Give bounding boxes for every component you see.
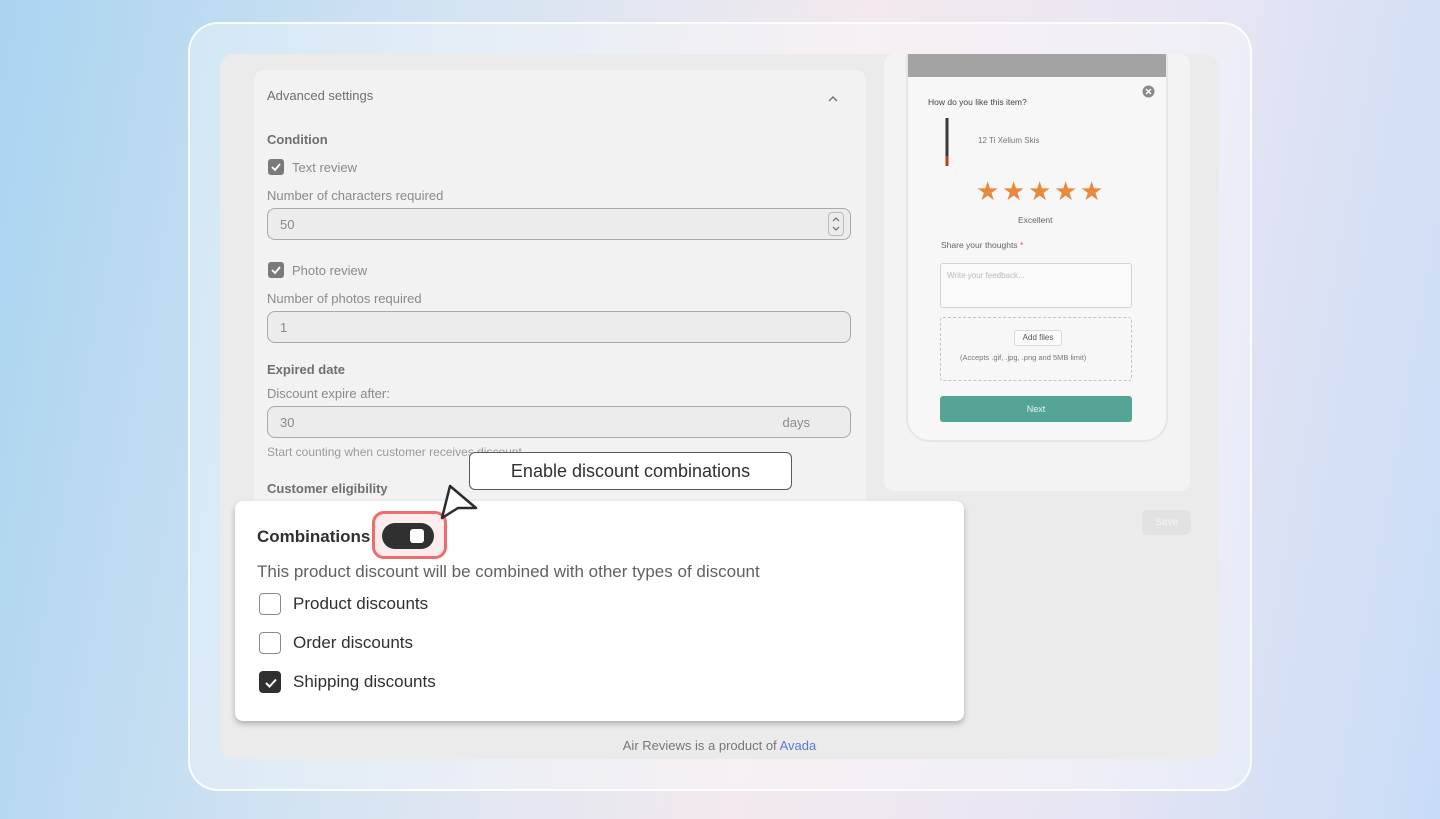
expire-days-suffix: days bbox=[782, 415, 810, 430]
tooltip: Enable discount combinations bbox=[469, 452, 792, 490]
star-icon[interactable]: ★ bbox=[1002, 178, 1025, 204]
stepper-arrows-icon bbox=[832, 217, 840, 231]
share-thoughts-label: Share your thoughts * bbox=[941, 240, 1024, 250]
checkmark-icon bbox=[271, 163, 281, 172]
file-upload-zone[interactable]: Add files (Accepts .gif, .jpg, .png and … bbox=[940, 317, 1132, 381]
text-review-label: Text review bbox=[292, 160, 358, 175]
star-icon[interactable]: ★ bbox=[1028, 178, 1051, 204]
photo-review-label: Photo review bbox=[292, 263, 368, 278]
expire-after-label: Discount expire after: bbox=[267, 386, 390, 401]
photo-review-checkbox[interactable] bbox=[268, 262, 284, 278]
review-preview-card: How do you like this item? 12 Ti Xelium … bbox=[884, 54, 1190, 491]
feedback-placeholder: Write your feedback... bbox=[947, 271, 1025, 280]
star-icon[interactable]: ★ bbox=[1080, 178, 1103, 204]
photos-required-label: Number of photos required bbox=[267, 291, 422, 306]
rating-label: Excellent bbox=[1018, 215, 1053, 225]
close-icon[interactable] bbox=[1142, 85, 1155, 98]
review-question: How do you like this item? bbox=[928, 97, 1027, 107]
chevron-up-icon[interactable] bbox=[828, 94, 838, 104]
photos-required-input[interactable]: 1 bbox=[267, 311, 851, 343]
order-discounts-checkbox[interactable] bbox=[259, 632, 281, 654]
condition-label: Condition bbox=[267, 132, 328, 147]
add-files-button[interactable]: Add files bbox=[1014, 330, 1062, 346]
order-discounts-label: Order discounts bbox=[293, 633, 413, 652]
checkmark-icon bbox=[271, 266, 281, 275]
chars-required-label: Number of characters required bbox=[267, 188, 444, 203]
expire-days-value: 30 bbox=[280, 415, 295, 430]
text-review-checkbox[interactable] bbox=[268, 159, 284, 175]
footer-text: Air Reviews is a product of bbox=[622, 738, 777, 753]
ski-product-image bbox=[945, 118, 949, 166]
customer-eligibility-label: Customer eligibility bbox=[267, 481, 388, 496]
chars-required-input[interactable]: 50 bbox=[267, 208, 851, 240]
product-name: 12 Ti Xelium Skis bbox=[978, 136, 1040, 145]
combinations-toggle[interactable] bbox=[382, 523, 434, 549]
checkmark-icon bbox=[265, 678, 277, 688]
expire-days-input[interactable]: 30 days bbox=[267, 406, 851, 438]
chars-required-value: 50 bbox=[280, 217, 295, 232]
product-discounts-label: Product discounts bbox=[293, 594, 429, 613]
chars-stepper[interactable] bbox=[828, 212, 844, 236]
photos-required-value: 1 bbox=[280, 320, 288, 335]
next-button[interactable]: Next bbox=[940, 396, 1132, 422]
upload-hint: (Accepts .gif, .jpg, .png and 5MB limit) bbox=[960, 353, 1087, 362]
combinations-card: Combinations This product discount will … bbox=[235, 501, 964, 721]
product-discounts-checkbox[interactable] bbox=[259, 593, 281, 615]
shipping-discounts-label: Shipping discounts bbox=[293, 672, 436, 691]
footer: Air Reviews is a product of Avada bbox=[220, 738, 1219, 753]
toggle-knob bbox=[410, 529, 424, 543]
required-mark: * bbox=[1019, 240, 1024, 250]
advanced-settings-card: Advanced settings Condition Text review … bbox=[254, 70, 866, 570]
combinations-title: Combinations bbox=[257, 527, 371, 546]
star-icon[interactable]: ★ bbox=[976, 178, 999, 204]
cursor-arrow-icon bbox=[440, 484, 478, 520]
avada-link[interactable]: Avada bbox=[780, 738, 817, 753]
shipping-discounts-checkbox[interactable] bbox=[259, 671, 281, 693]
advanced-settings-title: Advanced settings bbox=[267, 88, 374, 103]
star-icon[interactable]: ★ bbox=[1054, 178, 1077, 204]
combinations-description: This product discount will be combined w… bbox=[257, 562, 760, 581]
save-button[interactable]: Save bbox=[1142, 510, 1191, 535]
feedback-textarea[interactable]: Write your feedback... bbox=[940, 263, 1132, 308]
expired-date-label: Expired date bbox=[267, 362, 346, 377]
phone-preview: How do you like this item? 12 Ti Xelium … bbox=[906, 54, 1168, 442]
phone-top-bar bbox=[908, 54, 1166, 77]
